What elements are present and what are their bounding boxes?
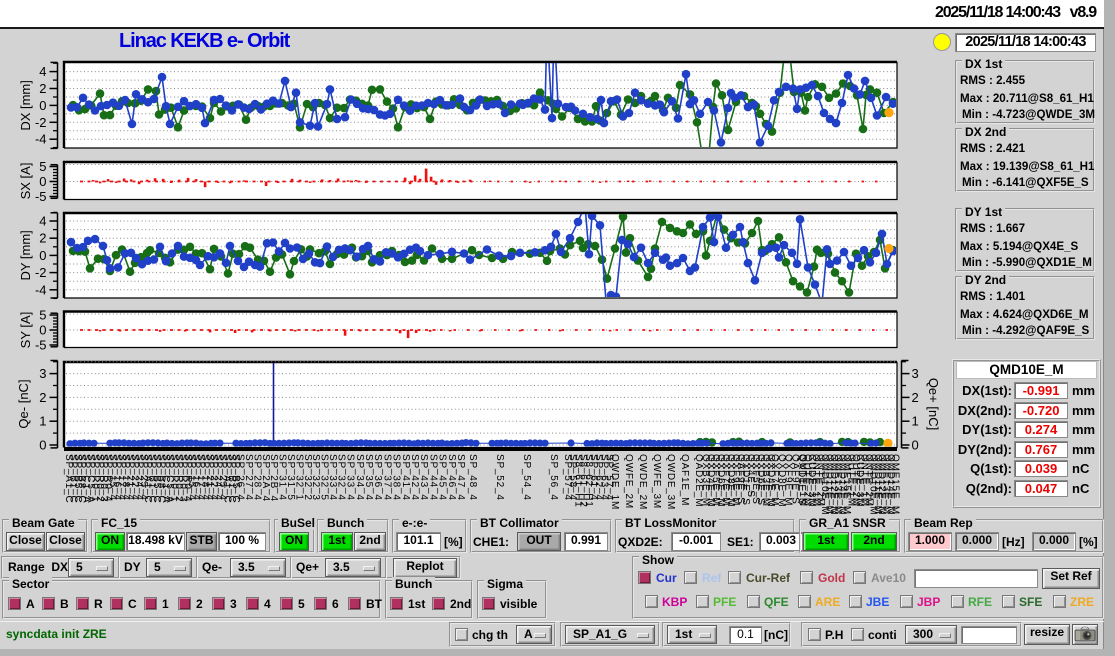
- svg-text:SP_47_4: SP_47_4: [455, 454, 466, 501]
- svg-text:-2: -2: [35, 115, 47, 130]
- svg-text:2: 2: [39, 231, 46, 246]
- svg-text:SP_52_4: SP_52_4: [494, 454, 505, 501]
- svg-text:0: 0: [39, 323, 46, 338]
- svg-text:0: 0: [39, 174, 46, 189]
- svg-text:SP_54_4: SP_54_4: [521, 454, 532, 501]
- svg-text:2: 2: [39, 390, 46, 405]
- svg-text:-4: -4: [35, 132, 47, 147]
- svg-text:3: 3: [39, 366, 46, 381]
- svg-text:0: 0: [912, 438, 919, 453]
- svg-text:SP_56_4: SP_56_4: [548, 454, 559, 501]
- svg-text:4: 4: [39, 214, 46, 229]
- svg-text:Qe- [nC]: Qe- [nC]: [16, 379, 31, 428]
- svg-text:4: 4: [39, 64, 46, 79]
- svg-text:SP_48_4: SP_48_4: [467, 454, 478, 501]
- svg-text:QWFE_3M: QWFE_3M: [651, 454, 662, 509]
- svg-text:0: 0: [39, 438, 46, 453]
- svg-text:3: 3: [912, 366, 919, 381]
- svg-text:5: 5: [39, 159, 46, 174]
- svg-text:-4: -4: [35, 282, 47, 297]
- svg-text:DY [mm]: DY [mm]: [18, 230, 33, 280]
- svg-text:1: 1: [39, 414, 46, 429]
- svg-text:0: 0: [39, 248, 46, 263]
- svg-text:2: 2: [912, 390, 919, 405]
- svg-text:-5: -5: [35, 189, 47, 204]
- svg-text:QME15E_M: QME15E_M: [889, 454, 900, 515]
- svg-text:5: 5: [39, 308, 46, 323]
- svg-text:1: 1: [912, 414, 919, 429]
- svg-text:QWDE_2M: QWDE_2M: [637, 454, 648, 510]
- svg-text:Qe+ [nC]: Qe+ [nC]: [926, 378, 941, 430]
- svg-text:-5: -5: [35, 338, 47, 353]
- svg-text:2: 2: [39, 81, 46, 96]
- svg-text:0: 0: [39, 98, 46, 113]
- svg-text:SY [A]: SY [A]: [18, 312, 33, 349]
- svg-text:DX [mm]: DX [mm]: [18, 80, 33, 131]
- svg-text:QAF1E_M: QAF1E_M: [679, 454, 690, 506]
- svg-text:QWDE_3M: QWDE_3M: [665, 454, 676, 510]
- svg-text:QWDE_1M: QWDE_1M: [609, 454, 620, 510]
- svg-text:-2: -2: [35, 265, 47, 280]
- svg-text:QWFE_2M: QWFE_2M: [623, 454, 634, 509]
- svg-text:SX [A]: SX [A]: [18, 163, 33, 200]
